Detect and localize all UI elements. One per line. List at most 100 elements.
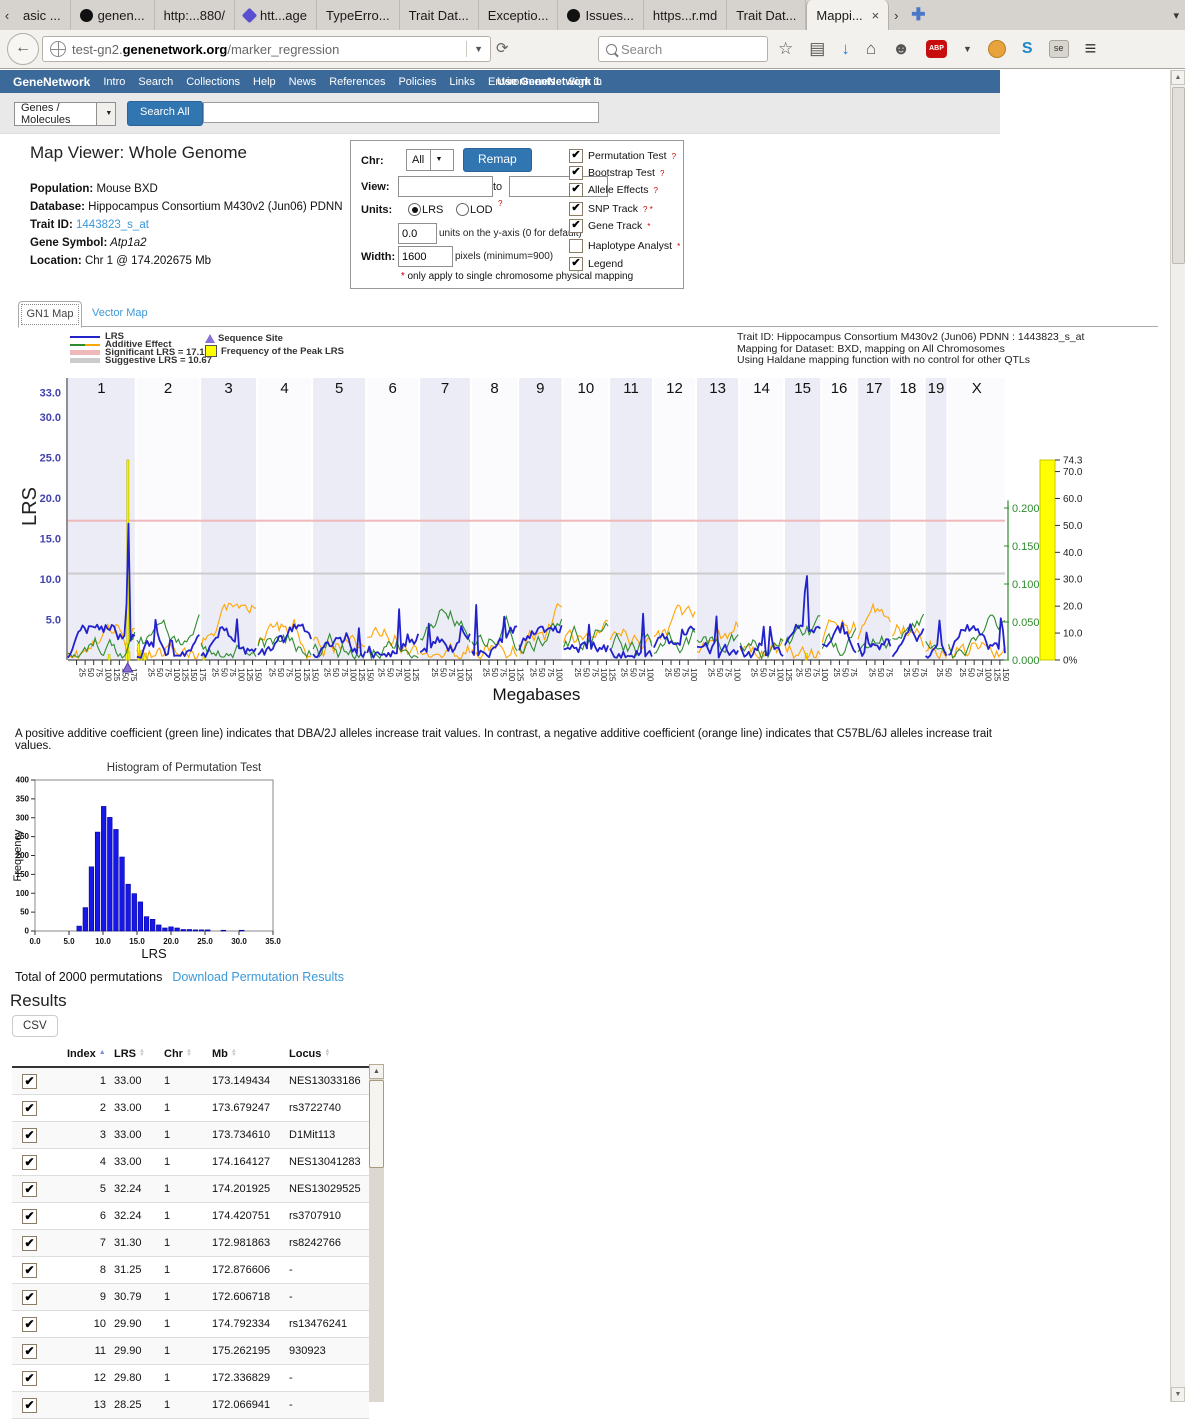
tab-scroll-right-icon[interactable]: › xyxy=(889,0,903,30)
option-legend[interactable]: ✔Legend xyxy=(569,257,623,271)
menu-icon[interactable]: ≡ xyxy=(1085,40,1097,58)
column-header-index[interactable]: Index▲ xyxy=(50,1048,106,1060)
site-identity-icon[interactable] xyxy=(50,41,66,57)
tab-vector-map[interactable]: Vector Map xyxy=(92,307,148,319)
sort-asc-icon[interactable]: ▲ xyxy=(99,1049,106,1056)
url-dropdown-icon[interactable]: ▼ xyxy=(466,41,490,57)
option-snp-track[interactable]: ✔SNP Track? * xyxy=(569,202,653,216)
row-checkbox[interactable]: ✔ xyxy=(22,1263,37,1278)
back-button[interactable]: ← xyxy=(7,33,39,65)
window-scrollbar[interactable]: ▲ ▼ xyxy=(1170,70,1185,1402)
scrollbar-thumb[interactable] xyxy=(1172,87,1185,264)
csv-button[interactable]: CSV xyxy=(12,1015,58,1037)
row-checkbox[interactable]: ✔ xyxy=(22,1290,37,1305)
chr-select[interactable]: All ▼ xyxy=(406,149,454,171)
nav-item-intro[interactable]: Intro xyxy=(103,76,125,88)
nav-item-collections[interactable]: Collections xyxy=(186,76,240,88)
nav-item-references[interactable]: References xyxy=(329,76,385,88)
download-icon[interactable]: ↓ xyxy=(841,39,850,59)
browser-tab[interactable]: Issues... xyxy=(558,0,643,30)
clipboard-icon[interactable]: ▤ xyxy=(809,39,825,59)
table-row[interactable]: ✔333.001173.734610D1Mit113 xyxy=(12,1122,369,1149)
table-row[interactable]: ✔433.001174.164127NES13041283 xyxy=(12,1149,369,1176)
table-row[interactable]: ✔1029.901174.792334rs13476241 xyxy=(12,1311,369,1338)
checkbox[interactable]: ✔ xyxy=(569,149,583,163)
option-allele-effects[interactable]: ✔Allele Effects? xyxy=(569,183,658,197)
sort-icon[interactable]: ▲▼ xyxy=(324,1049,330,1057)
yaxis-units-input[interactable] xyxy=(398,223,437,244)
bookmark-star-icon[interactable]: ☆ xyxy=(778,39,793,59)
chevron-down-icon[interactable]: ▼ xyxy=(96,103,115,125)
gn-brand[interactable]: GeneNetwork xyxy=(13,75,90,89)
checkbox[interactable] xyxy=(569,239,583,253)
close-icon[interactable]: × xyxy=(872,8,880,23)
gn-search-input[interactable] xyxy=(203,102,599,123)
table-scrollbar[interactable]: ▲ xyxy=(369,1064,384,1402)
scrollbar-thumb[interactable] xyxy=(369,1080,384,1168)
table-row[interactable]: ✔1129.901175.262195930923 xyxy=(12,1338,369,1365)
checkbox[interactable]: ✔ xyxy=(569,166,583,180)
row-checkbox[interactable]: ✔ xyxy=(22,1344,37,1359)
trait-id-link[interactable]: 1443823_s_at xyxy=(73,219,149,231)
table-row[interactable]: ✔233.001173.679247rs3722740 xyxy=(12,1095,369,1122)
s-addon-icon[interactable]: S xyxy=(1022,40,1033,58)
chevron-down-icon[interactable]: ▼ xyxy=(430,150,454,170)
browser-tab[interactable]: Trait Dat... xyxy=(400,0,479,30)
nav-item-news[interactable]: News xyxy=(289,76,317,88)
nav-item-search[interactable]: Search xyxy=(138,76,173,88)
home-icon[interactable]: ⌂ xyxy=(866,39,876,59)
adblock-caret-icon[interactable]: ▼ xyxy=(963,44,972,54)
browser-tab[interactable]: htt...age xyxy=(235,0,317,30)
search-category-select[interactable]: Genes / Molecules ▼ xyxy=(14,102,116,126)
url-bar[interactable]: test-gn2.genenetwork.org/marker_regressi… xyxy=(42,36,491,62)
view-from-input[interactable] xyxy=(398,176,493,197)
table-row[interactable]: ✔532.241174.201925NES13029525 xyxy=(12,1176,369,1203)
column-header-locus[interactable]: Locus▲▼ xyxy=(276,1048,368,1060)
cookie-addon-icon[interactable] xyxy=(988,40,1006,58)
row-checkbox[interactable]: ✔ xyxy=(22,1155,37,1170)
row-checkbox[interactable]: ✔ xyxy=(22,1101,37,1116)
new-tab-button[interactable]: ✚ xyxy=(903,0,933,30)
browser-tab[interactable]: Mappi...× xyxy=(806,0,889,30)
browser-search-field[interactable]: Search xyxy=(598,36,768,62)
table-row[interactable]: ✔1229.801172.336829- xyxy=(12,1365,369,1392)
tab-list-caret-icon[interactable]: ▾ xyxy=(1173,0,1179,30)
scroll-up-icon[interactable]: ▲ xyxy=(369,1064,384,1079)
browser-tab[interactable]: Trait Dat... xyxy=(727,0,806,30)
table-row[interactable]: ✔133.001173.149434NES13033186 xyxy=(12,1068,369,1095)
table-row[interactable]: ✔930.791172.606718- xyxy=(12,1284,369,1311)
download-permutation-link[interactable]: Download Permutation Results xyxy=(172,970,344,984)
use-gn1-link[interactable]: Use GeneNetwork 1 xyxy=(497,76,600,88)
nav-item-policies[interactable]: Policies xyxy=(398,76,436,88)
chat-icon[interactable]: ☻ xyxy=(892,39,910,59)
browser-tab[interactable]: Exceptio... xyxy=(479,0,559,30)
row-checkbox[interactable]: ✔ xyxy=(22,1209,37,1224)
checkbox[interactable]: ✔ xyxy=(569,219,583,233)
table-row[interactable]: ✔1328.251172.066941- xyxy=(12,1392,369,1419)
reload-button[interactable]: ⟳ xyxy=(496,39,509,57)
scroll-down-icon[interactable]: ▼ xyxy=(1171,1387,1185,1402)
width-input[interactable] xyxy=(398,246,453,267)
row-checkbox[interactable]: ✔ xyxy=(22,1371,37,1386)
search-all-button[interactable]: Search All xyxy=(127,101,203,126)
units-radio-lod[interactable] xyxy=(456,203,469,216)
checkbox[interactable]: ✔ xyxy=(569,202,583,216)
row-checkbox[interactable]: ✔ xyxy=(22,1236,37,1251)
browser-tab[interactable]: https...r.md xyxy=(644,0,727,30)
tab-gn1-map[interactable]: GN1 Map xyxy=(18,301,82,328)
column-header-mb[interactable]: Mb▲▼ xyxy=(198,1048,276,1060)
nav-item-links[interactable]: Links xyxy=(449,76,475,88)
table-row[interactable]: ✔831.251172.876606- xyxy=(12,1257,369,1284)
column-header-chr[interactable]: Chr▲▼ xyxy=(152,1048,198,1060)
browser-tab[interactable]: http:...880/ xyxy=(155,0,235,30)
checkbox[interactable]: ✔ xyxy=(569,257,583,271)
tab-scroll-left-icon[interactable]: ‹ xyxy=(0,0,14,30)
table-row[interactable]: ✔632.241174.420751rs3707910 xyxy=(12,1203,369,1230)
remap-button[interactable]: Remap xyxy=(463,148,532,172)
row-checkbox[interactable]: ✔ xyxy=(22,1182,37,1197)
row-checkbox[interactable]: ✔ xyxy=(22,1128,37,1143)
row-checkbox[interactable]: ✔ xyxy=(22,1074,37,1089)
option-permutation-test[interactable]: ✔Permutation Test? xyxy=(569,149,676,163)
sort-icon[interactable]: ▲▼ xyxy=(139,1049,145,1057)
adblock-icon[interactable]: ABP xyxy=(926,40,947,58)
